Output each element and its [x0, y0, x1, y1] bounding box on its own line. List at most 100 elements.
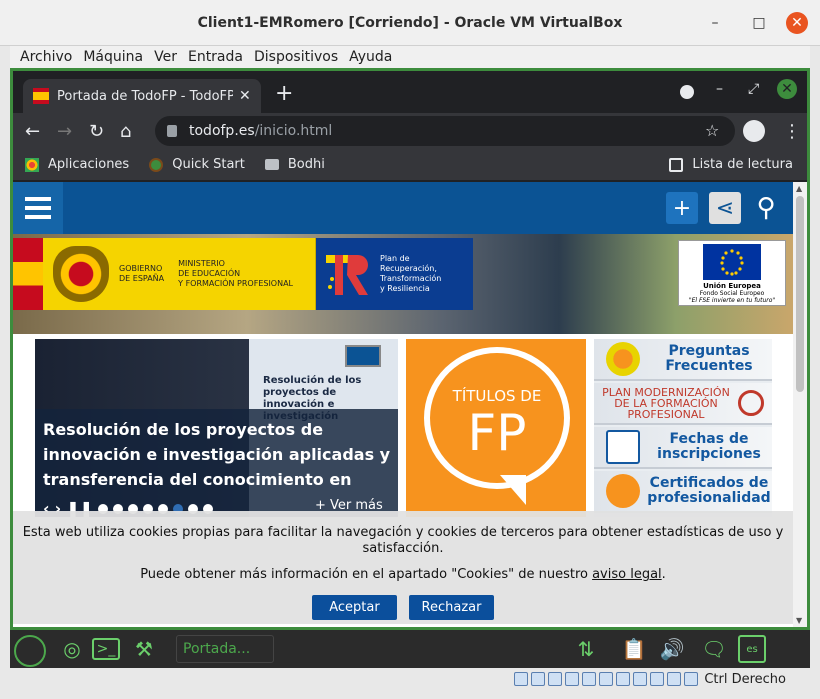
keyboard-capture-icon[interactable]: [684, 672, 699, 686]
spain-flag-icon: [33, 88, 49, 104]
share-icon[interactable]: ⋖: [709, 192, 741, 224]
cookie-info: Puede obtener más información en el apar…: [13, 567, 793, 582]
browser-tab[interactable]: Portada de TodoFP - TodoFP ✕: [23, 79, 261, 113]
forward-arrow-icon[interactable]: →: [57, 121, 72, 142]
scrollbar-thumb[interactable]: [796, 196, 804, 392]
optical-drive-icon[interactable]: [531, 672, 546, 686]
search-icon[interactable]: ⚲: [750, 192, 782, 224]
coat-of-arms-icon: [53, 246, 109, 302]
aviso-legal-link[interactable]: aviso legal: [592, 567, 662, 582]
bookmark-star-icon[interactable]: ☆: [705, 121, 719, 140]
eu-line3: "El FSE invierte en tu futuro": [688, 297, 776, 304]
site-banner: GOBIERNO DE ESPAÑA MINISTERIO DE EDUCACIÓN…: [13, 234, 793, 334]
recording-icon[interactable]: [633, 672, 648, 686]
reading-list[interactable]: Lista de lectura: [669, 157, 793, 172]
plus-button[interactable]: +: [666, 192, 698, 224]
restore-icon[interactable]: ⤢: [748, 81, 759, 97]
apps-grid-icon: [25, 157, 39, 172]
menu-dispositivos[interactable]: Dispositivos: [254, 49, 338, 65]
gobierno-logo[interactable]: GOBIERNO DE ESPAÑA MINISTERIO DE EDUCACIÓN…: [13, 238, 316, 310]
link-label: Fechas de inscripciones: [657, 431, 761, 462]
new-tab-button[interactable]: +: [275, 81, 293, 106]
maximize-button[interactable]: □: [750, 14, 768, 32]
menu-maquina[interactable]: Máquina: [83, 49, 143, 65]
scroll-up-icon[interactable]: ▲: [796, 184, 802, 193]
hamburger-menu-icon[interactable]: [13, 182, 63, 234]
eu-logo[interactable]: Unión Europea Fondo Social Europeo "El F…: [678, 240, 786, 306]
address-bar[interactable]: todofp.es/inicio.html: [155, 116, 735, 146]
audio-icon[interactable]: [548, 672, 563, 686]
shared-folder-icon[interactable]: [599, 672, 614, 686]
chat-bubble-icon[interactable]: 🗨: [700, 635, 728, 663]
folder-icon: [264, 159, 279, 170]
robot-arm-icon: [738, 390, 764, 416]
plan-line4: y Resiliencia: [380, 284, 430, 293]
link-certificados[interactable]: Certificados de profesionalidad: [594, 471, 772, 513]
link-preguntas-frecuentes[interactable]: Preguntas Frecuentes: [594, 339, 772, 381]
link-label: PLAN MODERNIZACIÓN DE LA FORMACIÓN PROFE…: [602, 385, 730, 421]
slider-caption[interactable]: Resolución de los proyectos de innovació…: [43, 417, 393, 492]
bookmark-quick-start[interactable]: Quick Start: [149, 157, 245, 172]
close-button[interactable]: ✕: [786, 12, 808, 34]
ministry-line3: Y FORMACIÓN PROFESIONAL: [178, 279, 294, 288]
link-fechas-inscripciones[interactable]: Fechas de inscripciones: [594, 427, 772, 469]
menu-kebab-icon[interactable]: ⋮: [783, 121, 801, 142]
menu-entrada[interactable]: Entrada: [188, 49, 243, 65]
close-browser-icon[interactable]: ✕: [777, 79, 797, 99]
cpu-icon[interactable]: [650, 672, 665, 686]
usb-icon[interactable]: [582, 672, 597, 686]
cookie-info-end: .: [661, 567, 666, 582]
news-slider[interactable]: Resolución de los proyectos de innovació…: [35, 339, 398, 517]
link-plan-modernizacion[interactable]: PLAN MODERNIZACIÓN DE LA FORMACIÓN PROFE…: [594, 383, 772, 425]
profile-avatar-icon[interactable]: [743, 120, 765, 142]
cookie-message: Esta web utiliza cookies propias para fa…: [22, 525, 784, 556]
hdd-icon[interactable]: [514, 672, 529, 686]
volume-icon[interactable]: 🔊: [658, 635, 686, 663]
back-arrow-icon[interactable]: ←: [25, 121, 40, 142]
quick-links: Preguntas Frecuentes PLAN MODERNIZACIÓN …: [594, 339, 772, 517]
host-key-label: Ctrl Derecho: [704, 671, 786, 687]
plan-recuperacion-logo[interactable]: Plan de Recuperación, Transformación y Resi…: [316, 238, 473, 310]
reading-list-label: Lista de lectura: [692, 157, 793, 172]
reload-icon[interactable]: ↻: [89, 121, 104, 142]
keyboard-layout-icon[interactable]: es: [738, 635, 766, 663]
display-icon[interactable]: [616, 672, 631, 686]
todofp-logo-icon: [345, 345, 381, 367]
minimize-button[interactable]: –: [706, 14, 724, 32]
bookmark-aplicaciones[interactable]: Aplicaciones: [25, 157, 129, 172]
vm-display[interactable]: Portada de TodoFP - TodoFP ✕ + – ⤢ ✕ ← →…: [10, 68, 810, 630]
bookmark-bodhi[interactable]: Bodhi: [264, 157, 325, 172]
titulos-line2: FP: [467, 404, 527, 462]
tab-close-icon[interactable]: ✕: [239, 88, 251, 104]
accept-cookies-button[interactable]: Aceptar: [312, 595, 397, 620]
bookmark-label: Aplicaciones: [48, 157, 130, 172]
reject-cookies-button[interactable]: Rechazar: [409, 595, 494, 620]
page-scrollbar[interactable]: ▲ ▼: [793, 182, 807, 627]
tool-icon[interactable]: ⚒: [130, 635, 158, 663]
guest-taskbar: ◎ >_ ⚒ Portada... ⇅ 📋 🔊 🗨 es: [10, 630, 810, 668]
titulos-fp-tile[interactable]: TÍTULOS DE FP: [406, 339, 586, 517]
cookie-info-text: Puede obtener más información en el apar…: [140, 567, 593, 582]
terminal-icon[interactable]: >_: [92, 638, 120, 660]
government-logos: GOBIERNO DE ESPAÑA MINISTERIO DE EDUCACIÓN…: [13, 238, 473, 310]
chrome-icon[interactable]: ◎: [58, 635, 86, 663]
home-icon[interactable]: ⌂: [120, 121, 131, 142]
tab-search-icon[interactable]: [680, 85, 694, 99]
device-status-icons: [514, 672, 699, 686]
taskbar-chrome-window[interactable]: Portada...: [176, 635, 274, 663]
url-text[interactable]: todofp.es/inicio.html: [189, 123, 332, 139]
minimize-icon[interactable]: –: [716, 81, 723, 97]
menu-archivo[interactable]: Archivo: [20, 49, 72, 65]
bodhi-menu-icon[interactable]: [14, 635, 46, 667]
mouse-integration-icon[interactable]: [667, 672, 682, 686]
scroll-down-icon[interactable]: ▼: [796, 616, 802, 625]
menu-bar: Archivo Máquina Ver Entrada Dispositivos…: [10, 46, 810, 68]
spain-flag-icon: [13, 238, 43, 310]
network-arrows-icon[interactable]: ⇅: [572, 635, 600, 663]
browser-toolbar: ← → ↻ ⌂ todofp.es/inicio.html ☆ ⋮: [13, 113, 807, 149]
network-icon[interactable]: [565, 672, 580, 686]
worker-icon: [606, 474, 640, 508]
menu-ver[interactable]: Ver: [154, 49, 177, 65]
menu-ayuda[interactable]: Ayuda: [349, 49, 392, 65]
clipboard-icon[interactable]: 📋: [620, 635, 648, 663]
